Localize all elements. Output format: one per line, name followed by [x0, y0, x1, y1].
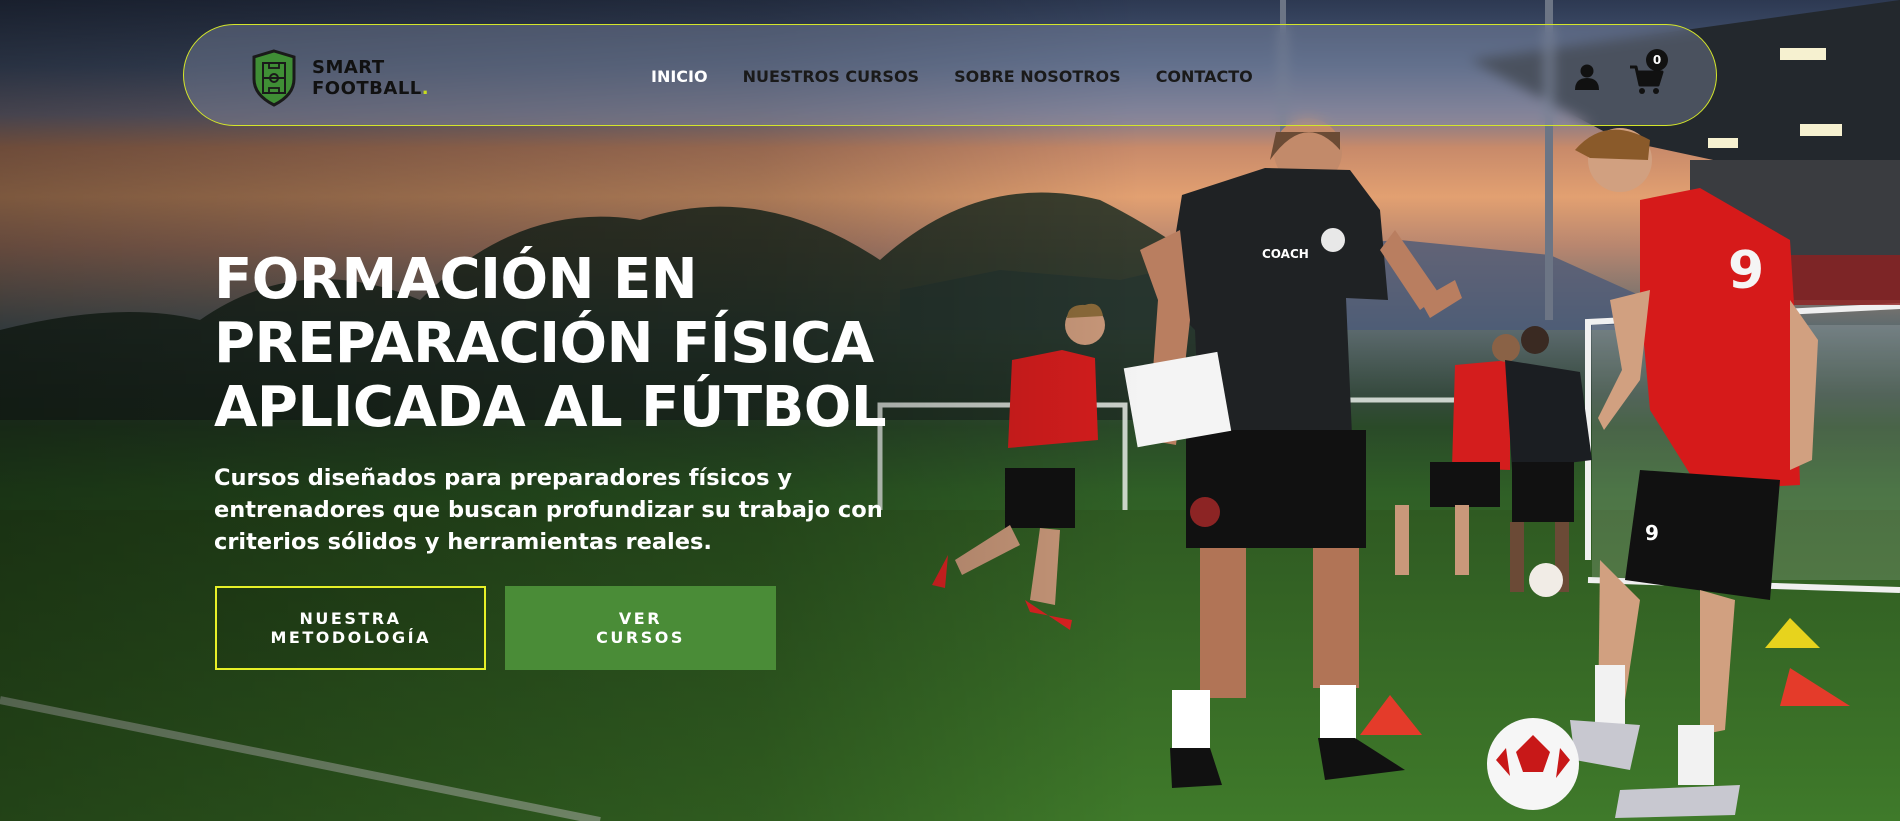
- nav-link-inicio[interactable]: INICIO: [651, 67, 708, 86]
- brand-dot: .: [421, 78, 430, 99]
- brand-name-line2: FOOTBALL: [312, 78, 422, 99]
- nav-link-contacto[interactable]: CONTACTO: [1156, 67, 1253, 86]
- user-icon[interactable]: [1574, 63, 1600, 91]
- shield-pitch-icon: [252, 49, 296, 107]
- view-courses-button[interactable]: VER CURSOS: [505, 586, 776, 670]
- methodology-button-label: NUESTRA METODOLOGÍA: [270, 609, 431, 647]
- nav-link-sobre-nosotros[interactable]: SOBRE NOSOTROS: [954, 67, 1121, 86]
- hero-section: COACH 9 9: [0, 0, 1900, 821]
- brand-name-line1: SMART: [312, 57, 385, 78]
- view-courses-button-label: VER CURSOS: [596, 609, 685, 647]
- hero-title-line: PREPARACIÓN FÍSICA: [214, 311, 874, 376]
- hero-subtitle: Cursos diseñados para preparadores físic…: [214, 465, 883, 555]
- main-navbar: SMART FOOTBALL. INICIO NUESTROS CURSOS S…: [183, 24, 1717, 126]
- nav-link-nuestros-cursos[interactable]: NUESTROS CURSOS: [743, 67, 919, 86]
- hero-title-line: APLICADA AL FÚTBOL: [214, 375, 887, 440]
- hero-title-line: FORMACIÓN EN: [214, 247, 698, 312]
- brand-logo[interactable]: SMART FOOTBALL.: [250, 49, 429, 107]
- brand-name: SMART FOOTBALL.: [312, 57, 429, 99]
- cart-count-badge: 0: [1646, 49, 1668, 71]
- hero-title: FORMACIÓN EN PREPARACIÓN FÍSICA APLICADA…: [214, 248, 934, 440]
- methodology-button[interactable]: NUESTRA METODOLOGÍA: [215, 586, 486, 670]
- nav-menu: INICIO NUESTROS CURSOS SOBRE NOSOTROS CO…: [651, 67, 1288, 86]
